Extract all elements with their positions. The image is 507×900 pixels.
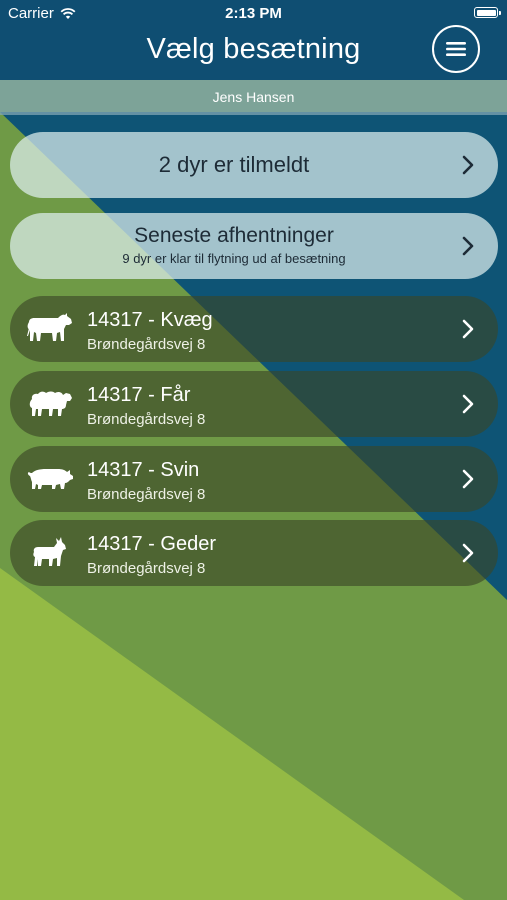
status-time: 2:13 PM bbox=[225, 5, 282, 22]
page-title: Vælg besætning bbox=[146, 33, 361, 65]
chevron-right-icon bbox=[462, 469, 474, 489]
latest-pickups-title: Seneste afhentninger bbox=[134, 224, 334, 247]
herd-item-goats[interactable]: 14317 - Geder Brøndegårdsvej 8 bbox=[10, 520, 498, 586]
herd-item-pigs[interactable]: 14317 - Svin Brøndegårdsvej 8 bbox=[10, 446, 498, 512]
herd-address: Brøndegårdsvej 8 bbox=[87, 336, 206, 353]
herd-list: 2 dyr er tilmeldt Seneste afhentninger 9… bbox=[0, 0, 507, 900]
pig-icon bbox=[27, 469, 74, 489]
herd-address: Brøndegårdsvej 8 bbox=[87, 411, 206, 428]
cow-icon bbox=[27, 313, 72, 341]
menu-button[interactable] bbox=[432, 25, 480, 73]
latest-pickups-button[interactable]: Seneste afhentninger 9 dyr er klar til f… bbox=[10, 213, 498, 279]
user-name-bar: Jens Hansen bbox=[0, 80, 507, 115]
herd-title: 14317 - Svin bbox=[87, 459, 200, 481]
battery-icon bbox=[474, 7, 501, 18]
herd-address: Brøndegårdsvej 8 bbox=[87, 560, 206, 577]
sheep-icon bbox=[29, 391, 72, 416]
goat-icon bbox=[33, 537, 66, 566]
chevron-right-icon bbox=[462, 236, 474, 256]
chevron-right-icon bbox=[462, 394, 474, 414]
herd-title: 14317 - Kvæg bbox=[87, 309, 213, 331]
registered-animals-button[interactable]: 2 dyr er tilmeldt bbox=[10, 132, 498, 198]
herd-title: 14317 - Geder bbox=[87, 533, 216, 555]
status-bar: Carrier 2:13 PM bbox=[0, 0, 507, 28]
herd-address: Brøndegårdsvej 8 bbox=[87, 486, 206, 503]
herd-title: 14317 - Får bbox=[87, 384, 191, 406]
hamburger-icon bbox=[446, 42, 466, 56]
chevron-right-icon bbox=[462, 155, 474, 175]
chevron-right-icon bbox=[462, 319, 474, 339]
herd-item-cattle[interactable]: 14317 - Kvæg Brøndegårdsvej 8 bbox=[10, 296, 498, 362]
chevron-right-icon bbox=[462, 543, 474, 563]
latest-pickups-subtitle: 9 dyr er klar til flytning ud af besætni… bbox=[122, 251, 346, 266]
registered-animals-label: 2 dyr er tilmeldt bbox=[158, 152, 310, 177]
herd-item-sheep[interactable]: 14317 - Får Brøndegårdsvej 8 bbox=[10, 371, 498, 437]
